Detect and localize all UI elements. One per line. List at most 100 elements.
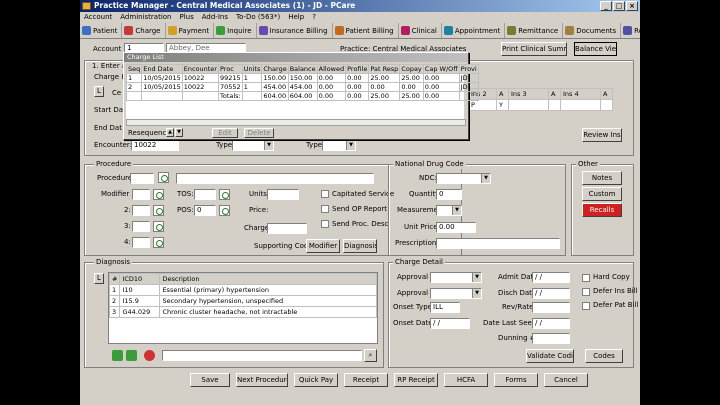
- move-down-icon[interactable]: [126, 350, 137, 361]
- maximize-icon[interactable]: □: [613, 1, 625, 11]
- procedure-lookup-icon[interactable]: [158, 172, 169, 183]
- pos-field[interactable]: 0: [194, 205, 216, 216]
- modifier3-lookup-icon[interactable]: [153, 221, 164, 232]
- diagnosis-list-toggle-button[interactable]: L: [94, 273, 104, 284]
- toolbar-clinical-button[interactable]: Clinical: [399, 23, 442, 38]
- procedure-description-field[interactable]: [176, 173, 374, 184]
- charge-field[interactable]: [267, 223, 307, 234]
- tos-field[interactable]: [194, 189, 216, 200]
- toolbar-appointment-button[interactable]: Appointment: [442, 23, 506, 38]
- notes-button[interactable]: Notes: [582, 171, 622, 185]
- move-up-icon[interactable]: [112, 350, 123, 361]
- ins4-cell[interactable]: [560, 99, 601, 111]
- menu-account[interactable]: Account: [84, 12, 112, 23]
- menu-plus[interactable]: Plus: [180, 12, 194, 23]
- rp-receipt-button[interactable]: RP Receipt: [394, 373, 438, 387]
- ins2-cell[interactable]: P: [468, 99, 497, 111]
- approval2-select[interactable]: ▼: [430, 288, 482, 299]
- codes-button[interactable]: Codes: [585, 349, 623, 363]
- procedure-code-field[interactable]: [130, 173, 154, 184]
- table-row[interactable]: 2 10/05/2015 10022 70552 1 454.00 454.00 0.00 0.…: [125, 82, 479, 92]
- hard-copy-checkbox[interactable]: [582, 274, 590, 282]
- menu-to-do[interactable]: To-Do (563*): [236, 12, 280, 23]
- validate-coding-button[interactable]: Validate Coding: [526, 349, 574, 363]
- resequence-down-icon[interactable]: ▼: [175, 128, 183, 137]
- quantity-field[interactable]: 0: [436, 189, 462, 200]
- review-ins-button[interactable]: Review Ins: [582, 128, 622, 142]
- ins4-a-cell[interactable]: [600, 99, 613, 111]
- admit-date-field[interactable]: / /: [532, 272, 570, 283]
- ins3-cell[interactable]: [508, 99, 549, 111]
- receipt-button[interactable]: Receipt: [344, 373, 388, 387]
- search-icon[interactable]: ⌕: [364, 349, 377, 362]
- menu-add-ins[interactable]: Add-Ins: [202, 12, 228, 23]
- capitated-service-checkbox[interactable]: [321, 190, 329, 198]
- menu-help[interactable]: Help: [288, 12, 304, 23]
- balance-view-button[interactable]: Balance View: [574, 42, 617, 56]
- menu-question[interactable]: ?: [312, 12, 316, 23]
- defer-ins-bill-checkbox[interactable]: [582, 288, 590, 296]
- ins3-a-cell[interactable]: [548, 99, 561, 111]
- modifier-button[interactable]: Modifier: [306, 239, 340, 253]
- diagnosis-button[interactable]: Diagnosis: [343, 239, 377, 253]
- ins2-a-cell[interactable]: Y: [496, 99, 509, 111]
- print-clinical-summary-button[interactable]: Print Clinical Summary: [501, 42, 567, 56]
- modifier2-field[interactable]: [132, 205, 150, 216]
- pos-lookup-icon[interactable]: [219, 205, 230, 216]
- modifier3-field[interactable]: [132, 221, 150, 232]
- table-row[interactable]: 3 G44.029 Chronic cluster headache, not …: [108, 306, 377, 318]
- toolbar-charge-button[interactable]: Charge: [122, 23, 166, 38]
- disch-date-field[interactable]: / /: [532, 288, 570, 299]
- quick-pay-button[interactable]: Quick Pay: [294, 373, 338, 387]
- dunning-field[interactable]: [532, 333, 570, 344]
- table-row[interactable]: 2 I15.9 Secondary hypertension, unspecif…: [108, 295, 377, 307]
- type-select-2[interactable]: ▼: [322, 140, 356, 151]
- modifier4-lookup-icon[interactable]: [153, 237, 164, 248]
- recalls-button[interactable]: Recalls: [582, 203, 622, 217]
- cancel-button[interactable]: Cancel: [544, 373, 588, 387]
- diagnosis-search-input[interactable]: [162, 350, 362, 361]
- toolbar-documents-button[interactable]: Documents: [563, 23, 622, 38]
- forms-button[interactable]: Forms: [494, 373, 538, 387]
- close-icon[interactable]: ×: [626, 1, 638, 11]
- delete-diagnosis-icon[interactable]: [144, 350, 155, 361]
- measurement-select[interactable]: ▼: [436, 205, 462, 216]
- units-field[interactable]: [267, 189, 299, 200]
- toolbar-payment-button[interactable]: Payment: [166, 23, 215, 38]
- toolbar-insurance-billing-button[interactable]: Insurance Billing: [257, 23, 333, 38]
- onset-type-select[interactable]: ILL: [430, 302, 460, 313]
- resequence-up-icon[interactable]: ▲: [166, 128, 174, 137]
- table-row[interactable]: 1 10/05/2015 10022 99215 1 150.00 150.00 0.00 0.…: [125, 73, 479, 83]
- edit-button[interactable]: Edit: [212, 128, 238, 138]
- date-last-seen-field[interactable]: / /: [532, 318, 570, 329]
- toolbar-reports-button[interactable]: Reports: [621, 23, 640, 38]
- hcfa-button[interactable]: HCFA: [444, 373, 488, 387]
- prescription-field[interactable]: [436, 238, 560, 249]
- save-button[interactable]: Save: [190, 373, 230, 387]
- modifier4-field[interactable]: [132, 237, 150, 248]
- modifier2-lookup-icon[interactable]: [153, 205, 164, 216]
- minimize-icon[interactable]: _: [600, 1, 612, 11]
- list-toggle-button[interactable]: L: [94, 86, 104, 97]
- defer-pat-bill-checkbox[interactable]: [582, 302, 590, 310]
- unit-price-field[interactable]: 0.00: [436, 222, 476, 233]
- horizontal-scrollbar[interactable]: [126, 119, 466, 126]
- modifier1-lookup-icon[interactable]: [153, 189, 164, 200]
- custom-button[interactable]: Custom: [582, 187, 622, 201]
- delete-button[interactable]: Delete: [244, 128, 274, 138]
- ndc-select[interactable]: ▼: [436, 173, 491, 184]
- next-procedure-button[interactable]: Next Procedure: [236, 373, 288, 387]
- send-op-report-checkbox[interactable]: [321, 205, 329, 213]
- encounter-field[interactable]: 10022: [131, 140, 179, 151]
- type-select-1[interactable]: ▼: [232, 140, 274, 151]
- approval1-select[interactable]: ▼: [430, 272, 482, 283]
- toolbar-inquire-button[interactable]: Inquire: [214, 23, 257, 38]
- tos-lookup-icon[interactable]: [219, 189, 230, 200]
- toolbar-patient-billing-button[interactable]: Patient Billing: [333, 23, 399, 38]
- toolbar-patient-button[interactable]: Patient: [80, 23, 123, 38]
- send-proc-desc-checkbox[interactable]: [321, 220, 329, 228]
- menu-administration[interactable]: Administration: [120, 12, 171, 23]
- toolbar-remittance-button[interactable]: Remittance: [505, 23, 564, 38]
- rev-rate-field[interactable]: [532, 302, 570, 313]
- onset-date-field[interactable]: / /: [430, 318, 470, 329]
